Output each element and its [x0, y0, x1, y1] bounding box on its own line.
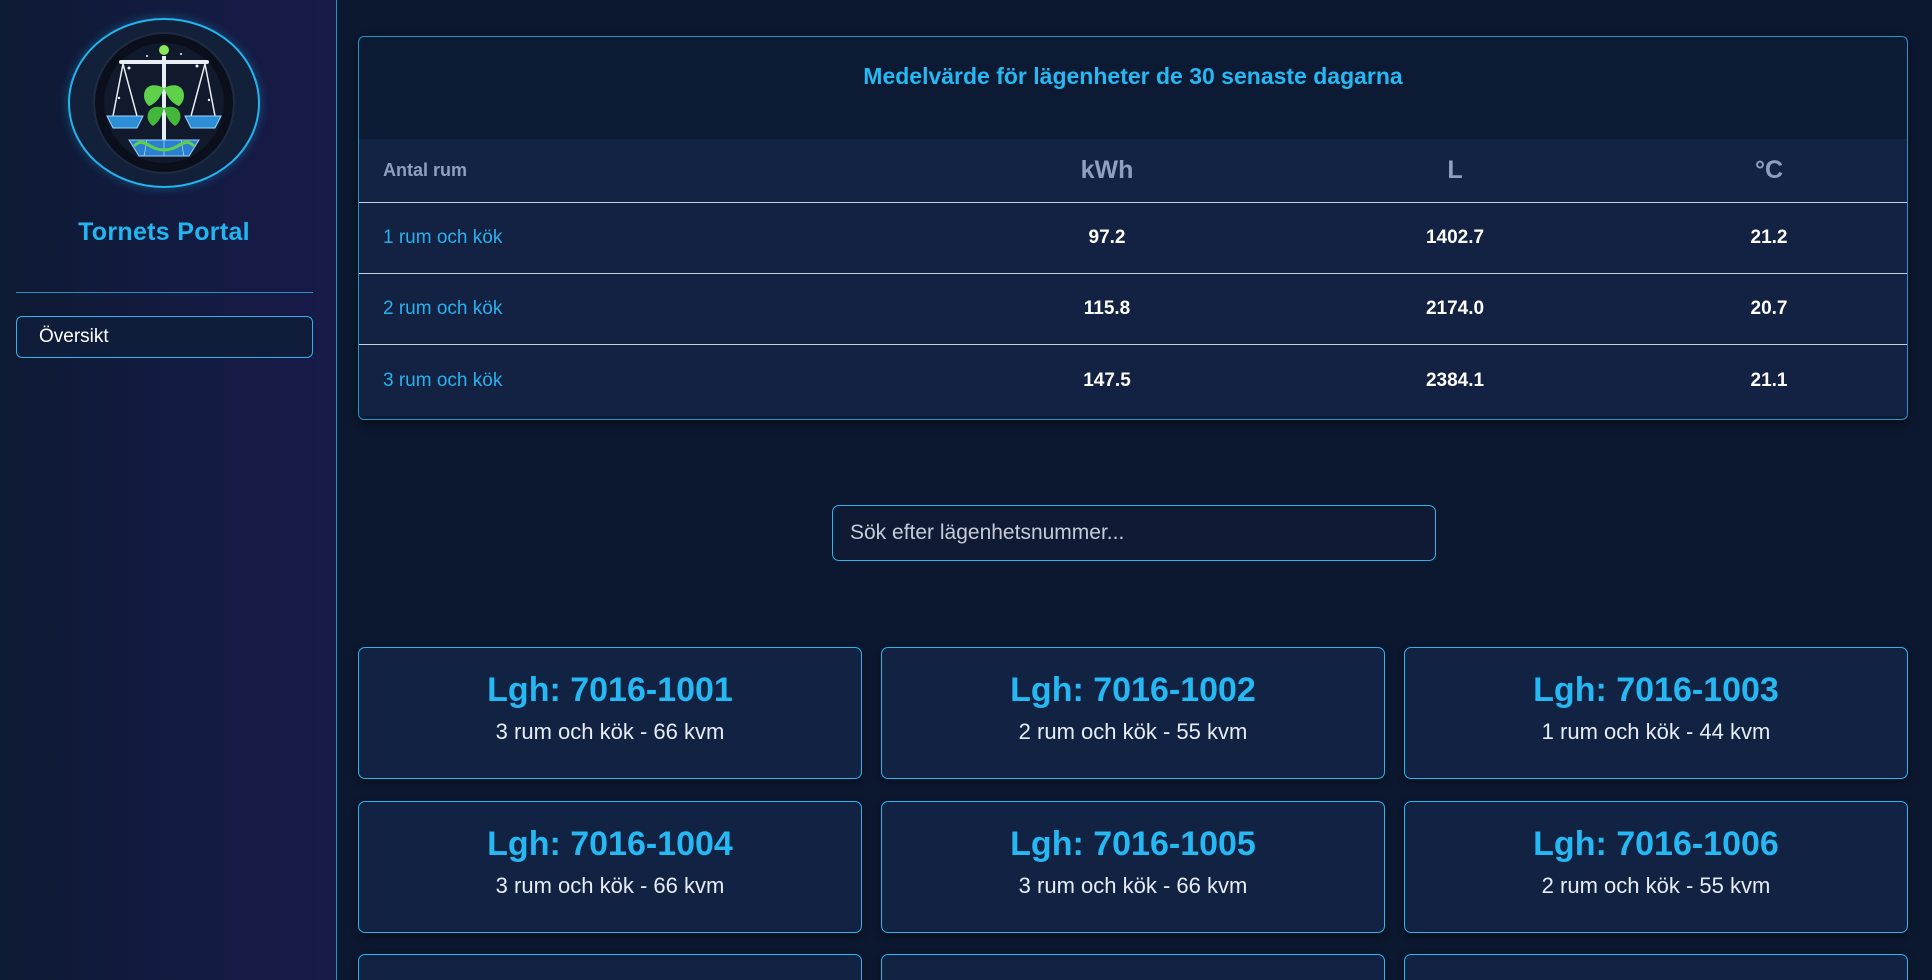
table-row: 1 rum och kök 97.2 1402.7 21.2 — [359, 203, 1907, 274]
column-header-rooms: Antal rum — [383, 160, 468, 180]
apartment-card[interactable]: Lgh: 7016-1004 3 rum och kök - 66 kvm — [358, 801, 862, 933]
column-header-kwh: kWh — [1080, 156, 1134, 184]
summary-table-title: Medelvärde för lägenheter de 30 senaste … — [863, 63, 1403, 89]
row-celsius: 21.1 — [1750, 369, 1788, 391]
apartment-card[interactable]: Lgh: 7016-1002 2 rum och kök - 55 kvm — [881, 647, 1385, 779]
apartment-number: Lgh: 7016-1006 — [1533, 825, 1779, 863]
apartment-card[interactable]: Lgh: 7016-1001 3 rum och kök - 66 kvm — [358, 647, 862, 779]
main-content: Medelvärde för lägenheter de 30 senaste … — [338, 0, 1932, 980]
sidebar-divider — [16, 292, 313, 293]
column-header-liters: L — [1447, 156, 1463, 184]
apartment-description: 2 rum och kök - 55 kvm — [1541, 873, 1771, 898]
apartment-number: Lgh: 7016-1005 — [1010, 825, 1256, 863]
row-kwh: 147.5 — [1083, 369, 1131, 391]
row-rooms: 2 rum och kök — [383, 298, 503, 319]
apartment-number: Lgh: 7016-1004 — [487, 825, 733, 863]
apartment-description: 2 rum och kök - 55 kvm — [1018, 719, 1248, 744]
row-kwh: 97.2 — [1088, 227, 1126, 248]
apartment-description: 3 rum och kök - 66 kvm — [1018, 873, 1248, 898]
apartment-card[interactable] — [1404, 954, 1908, 980]
row-liters: 1402.7 — [1425, 227, 1485, 248]
table-row: 2 rum och kök 115.8 2174.0 20.7 — [359, 274, 1907, 345]
summary-table: Medelvärde för lägenheter de 30 senaste … — [358, 36, 1908, 420]
row-celsius: 20.7 — [1750, 298, 1788, 319]
row-celsius: 21.2 — [1750, 227, 1788, 248]
apartment-card[interactable]: Lgh: 7016-1005 3 rum och kök - 66 kvm — [881, 801, 1385, 933]
row-rooms: 1 rum och kök — [383, 227, 503, 248]
apartment-grid: Lgh: 7016-1001 3 rum och kök - 66 kvm Lg… — [358, 647, 1908, 980]
apartment-number: Lgh: 7016-1003 — [1533, 671, 1779, 709]
apartment-card[interactable]: Lgh: 7016-1003 1 rum och kök - 44 kvm — [1404, 647, 1908, 779]
apartment-description: 1 rum och kök - 44 kvm — [1541, 719, 1771, 744]
apartment-description: 3 rum och kök - 66 kvm — [495, 873, 725, 898]
brand-title: Tornets Portal — [78, 218, 250, 246]
row-liters: 2174.0 — [1425, 298, 1485, 319]
apartment-number: Lgh: 7016-1002 — [1010, 671, 1256, 709]
apartment-card[interactable]: Lgh: 7016-1006 2 rum och kök - 55 kvm — [1404, 801, 1908, 933]
row-liters: 2384.1 — [1425, 369, 1485, 391]
logo — [68, 18, 260, 188]
apartment-card[interactable] — [358, 954, 862, 980]
apartment-card[interactable] — [881, 954, 1385, 980]
apartment-number: Lgh: 7016-1001 — [487, 671, 733, 709]
table-row: 3 rum och kök 147.5 2384.1 21.1 — [359, 345, 1907, 416]
sidebar-item-oversikt[interactable]: Översikt — [16, 316, 313, 358]
column-header-celsius: °C — [1754, 156, 1784, 184]
app-root: Tornets Portal Översikt Medelvärde för l… — [0, 0, 1932, 980]
apartment-search-input[interactable] — [832, 505, 1436, 561]
table-header-row: Antal rum kWh L °C — [359, 139, 1907, 203]
scales-leaves-solar-icon — [93, 32, 235, 174]
row-kwh: 115.8 — [1083, 298, 1131, 319]
apartment-description: 3 rum och kök - 66 kvm — [495, 719, 725, 744]
row-rooms: 3 rum och kök — [383, 369, 503, 391]
sidebar: Tornets Portal Översikt — [0, 0, 337, 980]
